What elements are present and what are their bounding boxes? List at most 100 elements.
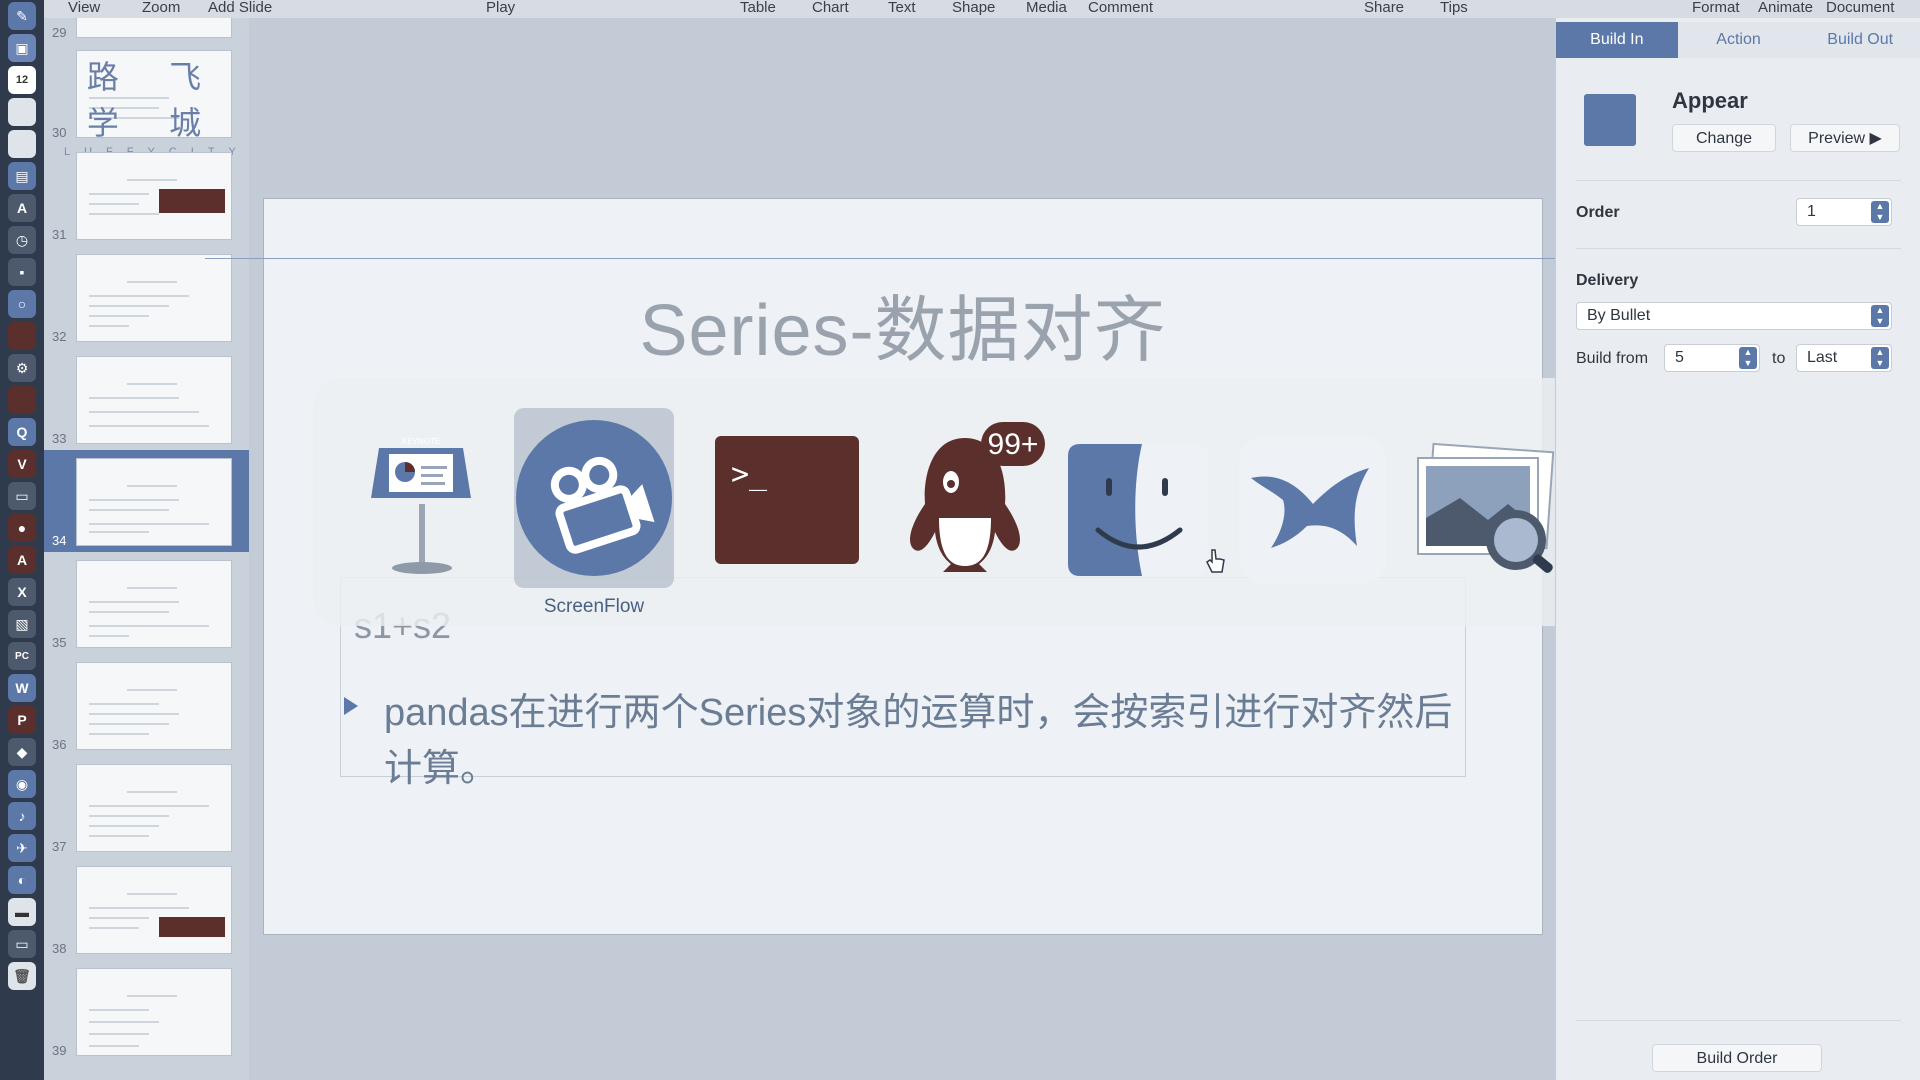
vim-icon[interactable]: V (8, 450, 36, 478)
thumbnail-image (76, 152, 232, 240)
app-keynote[interactable]: KEYNOTE (341, 408, 501, 588)
app-terminal[interactable]: >_ (707, 408, 867, 588)
tab-build-out[interactable]: Build Out (1799, 22, 1920, 58)
build-from-label: Build from (1576, 350, 1649, 367)
preview-button[interactable]: Preview ▶ (1790, 124, 1900, 152)
bullet-item[interactable]: pandas在进行两个Series对象的运算时，会按索引进行对齐然后计算。 (344, 685, 1464, 797)
toolbar-shape[interactable]: Shape (952, 0, 995, 16)
effect-preview-swatch (1584, 94, 1636, 146)
change-button[interactable]: Change (1672, 124, 1776, 152)
notification-badge: 99+ (988, 428, 1039, 461)
build-from-select[interactable]: 5 ▲ ▼ (1664, 344, 1760, 372)
bird-dock-icon[interactable]: ✈ (8, 834, 36, 862)
slide-thumbnail-39[interactable]: 39 (44, 960, 249, 1062)
powerpoint-icon[interactable]: P (8, 706, 36, 734)
app-preview[interactable] (1404, 408, 1564, 588)
pen-icon[interactable]: ✎ (8, 2, 36, 30)
app-store-icon[interactable]: A (8, 194, 36, 222)
app-switcher: KEYNOTE ScreenFlow >_ 99+ (313, 378, 1603, 626)
terminal-dock-icon[interactable] (8, 322, 36, 350)
window-icon[interactable]: ▭ (8, 482, 36, 510)
toolbar-animate[interactable]: Animate (1758, 0, 1813, 16)
thumbnail-image (76, 866, 232, 954)
box-icon[interactable]: ◆ (8, 738, 36, 766)
word-icon[interactable]: W (8, 674, 36, 702)
preview-dock-icon[interactable]: ▣ (8, 34, 36, 62)
notes-icon[interactable] (8, 98, 36, 126)
settings-icon[interactable]: ⚙ (8, 354, 36, 382)
toolbar-tips[interactable]: Tips (1440, 0, 1468, 16)
toolbar-media[interactable]: Media (1026, 0, 1067, 16)
tab-build-in[interactable]: Build In (1556, 22, 1678, 58)
thumbnail-image (76, 356, 232, 444)
music-icon[interactable]: ♪ (8, 802, 36, 830)
app-finder[interactable] (1058, 408, 1218, 588)
thumbnail-image (76, 18, 232, 38)
slide-thumbnail-36[interactable]: 36 (44, 654, 249, 756)
feishu-bird-icon (1239, 436, 1387, 584)
toolbar-comment[interactable]: Comment (1088, 0, 1153, 16)
font-icon[interactable]: A (8, 546, 36, 574)
toolbar-share[interactable]: Share (1364, 0, 1404, 16)
preview-icon (1417, 442, 1555, 573)
calendar-icon[interactable]: 12 (8, 66, 36, 94)
bullet-triangle-icon (344, 697, 358, 715)
slide-number: 37 (52, 839, 67, 854)
pycharm-icon[interactable]: PC (8, 642, 36, 670)
textedit-icon[interactable] (8, 130, 36, 158)
book-icon[interactable] (8, 386, 36, 414)
terminal-icon: >_ (715, 436, 859, 564)
time-machine-icon[interactable]: ◷ (8, 226, 36, 254)
app-feishu[interactable] (1231, 408, 1391, 588)
search-icon[interactable]: ○ (8, 290, 36, 318)
utility-icon[interactable]: ▪ (8, 258, 36, 286)
order-stepper[interactable]: 1 ▲ ▼ (1796, 198, 1892, 226)
toolbar-play[interactable]: Play (486, 0, 515, 16)
slide-number: 38 (52, 941, 67, 956)
app-qq[interactable]: 99+ (885, 408, 1045, 588)
toolbar-format[interactable]: Format (1692, 0, 1740, 16)
slide-thumbnail-33[interactable]: 33 (44, 348, 249, 450)
slide-number: 29 (52, 25, 67, 40)
toolbar-add-slide[interactable]: Add Slide (208, 0, 272, 16)
screenshot-icon[interactable]: ▧ (8, 610, 36, 638)
maps-icon[interactable]: ◉ (8, 770, 36, 798)
tab-action[interactable]: Action (1677, 22, 1800, 58)
divider (1576, 180, 1901, 181)
toolbar-document[interactable]: Document (1826, 0, 1894, 16)
stepper-arrows-icon[interactable]: ▲ ▼ (1871, 201, 1889, 223)
build-order-button[interactable]: Build Order (1652, 1044, 1822, 1072)
slide-thumbnail-37[interactable]: 37 (44, 756, 249, 858)
toolbar-text[interactable]: Text (888, 0, 916, 16)
build-to-select[interactable]: Last ▲ ▼ (1796, 344, 1892, 372)
delivery-select[interactable]: By Bullet ▲ ▼ (1576, 302, 1892, 330)
desktop-icon[interactable]: ▭ (8, 930, 36, 958)
finder-icon (1068, 444, 1208, 576)
slide-thumbnail-32[interactable]: 32 (44, 246, 249, 348)
trash-icon[interactable]: 🗑 (8, 962, 36, 990)
to-label: to (1772, 350, 1786, 367)
slide-thumbnail-29[interactable]: 29 (44, 18, 249, 44)
select-arrows-icon[interactable]: ▲ ▼ (1871, 305, 1889, 327)
slide-thumbnail-35[interactable]: 35 (44, 552, 249, 654)
thumbnail-image (76, 458, 232, 546)
paint-icon[interactable]: ▤ (8, 162, 36, 190)
qq-dock-icon[interactable]: Q (8, 418, 36, 446)
slide-thumbnail-34[interactable]: 34 (44, 450, 249, 552)
toolbar-table[interactable]: Table (740, 0, 776, 16)
toolbar-view[interactable]: View (68, 0, 100, 16)
slide-thumbnail-38[interactable]: 38 (44, 858, 249, 960)
folder-icon[interactable]: ▬ (8, 898, 36, 926)
toolbar-chart[interactable]: Chart (812, 0, 849, 16)
slide-thumbnail-31[interactable]: 31 (44, 144, 249, 246)
select-arrows-icon[interactable]: ▲ ▼ (1871, 347, 1889, 369)
thumbnail-image (76, 662, 232, 750)
app-screenflow[interactable]: ScreenFlow (514, 408, 674, 617)
camera-icon[interactable]: ● (8, 514, 36, 542)
excel-icon[interactable]: X (8, 578, 36, 606)
toolbar-zoom[interactable]: Zoom (142, 0, 180, 16)
slide-number: 36 (52, 737, 67, 752)
photos-icon[interactable]: ◐ (8, 866, 36, 894)
slide-title[interactable]: Series-数据对齐 (264, 271, 1542, 376)
select-arrows-icon[interactable]: ▲ ▼ (1739, 347, 1757, 369)
